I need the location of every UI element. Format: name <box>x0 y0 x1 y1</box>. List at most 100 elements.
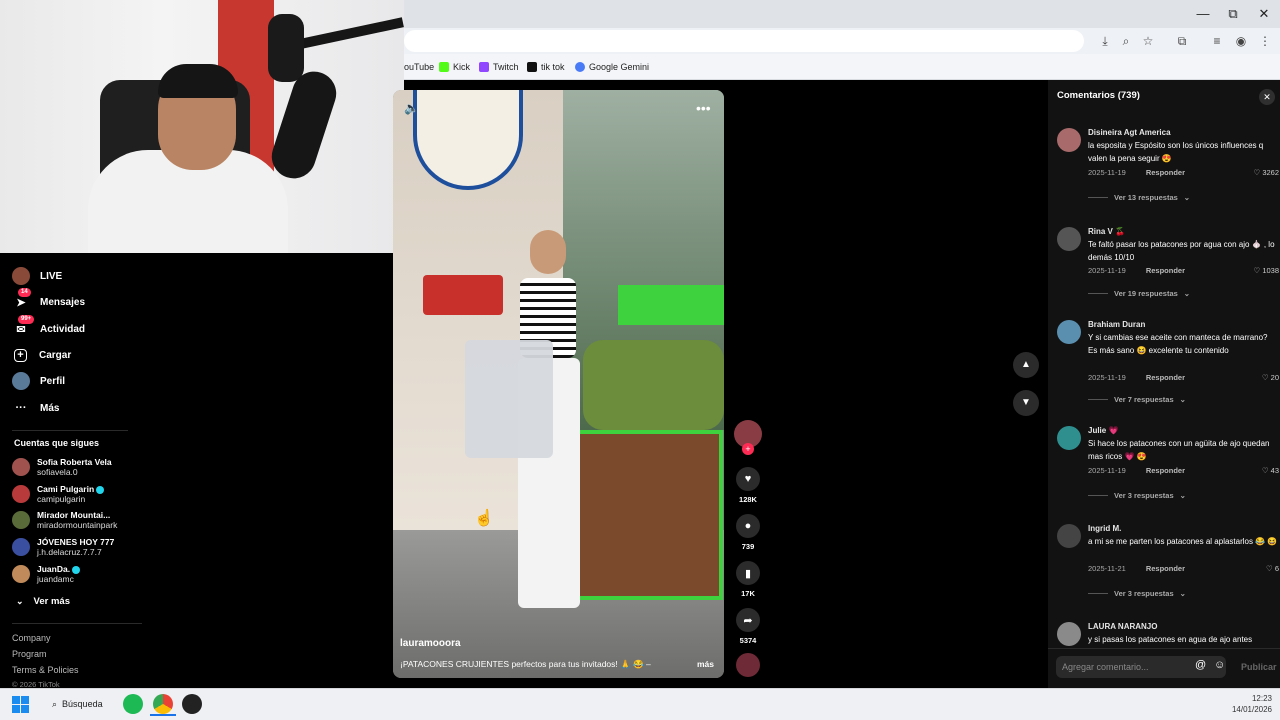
nav-upload[interactable]: + Cargar <box>12 344 71 366</box>
bookmark-youtube[interactable]: ouTube <box>404 58 434 76</box>
video-menu-icon[interactable]: ••• <box>696 100 711 116</box>
reply-button[interactable]: Responder <box>1146 564 1185 573</box>
following-item[interactable]: Sofia Roberta Vela sofiavela.0 <box>12 455 112 479</box>
bookmark-tiktok[interactable]: tik tok <box>527 58 565 76</box>
upload-icon: + <box>14 348 27 362</box>
avatar <box>12 485 30 503</box>
follow-plus-icon[interactable]: + <box>742 443 754 455</box>
comment-like-button[interactable]: ♡ 1038 <box>1254 266 1280 275</box>
divider <box>12 623 142 624</box>
close-window-button[interactable]: ✕ <box>1249 4 1279 24</box>
following-item[interactable]: Mirador Mountai... miradormountainpark <box>12 508 117 532</box>
messages-icon: ➤ 14 <box>12 288 31 311</box>
bookmark-icon[interactable]: ▮ <box>736 561 760 585</box>
divider <box>1048 648 1280 649</box>
more-icon: ··· <box>15 402 27 414</box>
video-caption: ¡PATACONES CRUJIENTES perfectos para tus… <box>400 659 651 669</box>
music-disc-avatar[interactable] <box>736 653 760 677</box>
save-action[interactable]: ▮ 17K <box>735 561 761 598</box>
view-replies-button[interactable]: Ver 3 respuestas ⌄ <box>1088 589 1186 598</box>
verified-icon <box>96 485 105 494</box>
comment-item: Disineira Agt America la esposita y Espó… <box>1057 128 1279 208</box>
reply-button[interactable]: Responder <box>1146 266 1185 275</box>
avatar[interactable] <box>1057 622 1081 646</box>
divider <box>12 430 128 431</box>
post-comment-button[interactable]: Publicar <box>1241 662 1277 672</box>
reply-button[interactable]: Responder <box>1146 373 1185 382</box>
previous-video-button[interactable]: ▲ <box>1013 352 1039 378</box>
mention-icon[interactable]: @ <box>1195 659 1206 671</box>
comments-title: Comentarios (739) <box>1057 90 1140 101</box>
nav-profile[interactable]: Perfil <box>12 370 65 392</box>
live-avatar-icon <box>12 267 30 285</box>
comment-like-button[interactable]: ♡ 6 <box>1266 564 1279 573</box>
share-action[interactable]: ➦ 5374 <box>735 608 761 645</box>
share-icon[interactable]: ➦ <box>736 608 760 632</box>
bookmark-kick[interactable]: Kick <box>439 58 470 76</box>
extensions-icon[interactable]: ⧉ <box>1173 33 1191 49</box>
following-item[interactable]: JÓVENES HOY 777 j.h.delacruz.7.7.7 <box>12 535 114 559</box>
hand-cursor-icon: ☝ <box>474 510 494 527</box>
nav-more[interactable]: ··· Más <box>12 397 60 419</box>
following-item[interactable]: JuanDa. juandamc <box>12 562 81 586</box>
restore-button[interactable]: ⧉ <box>1218 4 1248 24</box>
chrome-icon[interactable] <box>153 694 173 714</box>
obs-icon[interactable] <box>182 694 202 714</box>
video-username[interactable]: lauramooora <box>400 638 461 649</box>
emoji-icon[interactable]: ☺ <box>1214 659 1225 671</box>
reading-list-icon[interactable]: ≡ <box>1208 33 1226 49</box>
view-replies-button[interactable]: Ver 3 respuestas ⌄ <box>1088 491 1186 500</box>
volume-icon[interactable]: 🔈 <box>404 101 419 115</box>
windows-start-icon[interactable] <box>12 696 29 713</box>
next-video-button[interactable]: ▼ <box>1013 390 1039 416</box>
view-replies-button[interactable]: Ver 19 respuestas ⌄ <box>1088 289 1190 298</box>
gemini-icon <box>575 62 585 72</box>
nav-messages[interactable]: ➤ 14 Mensajes <box>12 288 85 313</box>
comment-icon[interactable]: ● <box>736 514 760 538</box>
close-icon[interactable]: ✕ <box>1259 89 1275 105</box>
comment-like-button[interactable]: ♡ 43 <box>1262 466 1279 475</box>
comment-like-button[interactable]: ♡ 20 <box>1262 373 1279 382</box>
bananas <box>583 340 724 430</box>
zoom-icon[interactable]: ⌕ <box>1117 33 1135 49</box>
footer-program[interactable]: Program <box>12 649 47 659</box>
webcam-overlay <box>0 0 404 253</box>
activity-badge: 99+ <box>18 315 35 324</box>
comment-item: Julie 💗 Si hace los patacones con un agü… <box>1057 426 1279 506</box>
bookmark-twitch[interactable]: Twitch <box>479 58 519 76</box>
nav-live[interactable]: LIVE <box>12 265 62 287</box>
tiktok-icon <box>527 62 537 72</box>
comment-item: Ingrid M. a mi se me parten los patacone… <box>1057 524 1279 604</box>
avatar[interactable] <box>1057 128 1081 152</box>
view-replies-button[interactable]: Ver 7 respuestas ⌄ <box>1088 395 1186 404</box>
spotify-icon[interactable] <box>123 694 143 714</box>
nav-activity[interactable]: ✉ 99+ Actividad <box>12 315 85 340</box>
view-replies-button[interactable]: Ver 13 respuestas ⌄ <box>1088 193 1190 202</box>
caption-more-link[interactable]: más <box>697 659 714 669</box>
reply-button[interactable]: Responder <box>1146 466 1185 475</box>
profile-avatar-icon[interactable]: ◉ <box>1232 33 1250 49</box>
comment-action[interactable]: ● 739 <box>735 514 761 551</box>
taskbar-search[interactable]: ⌕ Búsqueda <box>46 694 118 714</box>
system-clock[interactable]: 12:23 14/01/2026 <box>1218 693 1272 715</box>
browser-menu-icon[interactable]: ⋮ <box>1256 33 1274 49</box>
minimize-button[interactable]: — <box>1188 4 1218 24</box>
see-more-button[interactable]: ⌄ Ver más <box>16 590 70 612</box>
comment-like-button[interactable]: ♡ 3262 <box>1254 168 1280 177</box>
footer-terms[interactable]: Terms & Policies <box>12 665 79 675</box>
bookmark-gemini[interactable]: Google Gemini <box>575 58 649 76</box>
following-item[interactable]: Cami Pulgarin camipulgarin <box>12 482 105 506</box>
avatar[interactable] <box>1057 426 1081 450</box>
avatar[interactable] <box>1057 320 1081 344</box>
install-app-icon[interactable]: ⤓ <box>1096 33 1114 49</box>
reply-button[interactable]: Responder <box>1146 168 1185 177</box>
address-bar[interactable] <box>404 30 1084 52</box>
footer-company[interactable]: Company <box>12 633 51 643</box>
avatar[interactable] <box>1057 524 1081 548</box>
heart-icon[interactable]: ♥ <box>736 467 760 491</box>
avatar[interactable] <box>1057 227 1081 251</box>
like-action[interactable]: ♥ 128K <box>735 467 761 504</box>
video-player[interactable] <box>393 90 724 678</box>
profile-icon <box>12 372 30 390</box>
bookmark-star-icon[interactable]: ☆ <box>1139 33 1157 49</box>
